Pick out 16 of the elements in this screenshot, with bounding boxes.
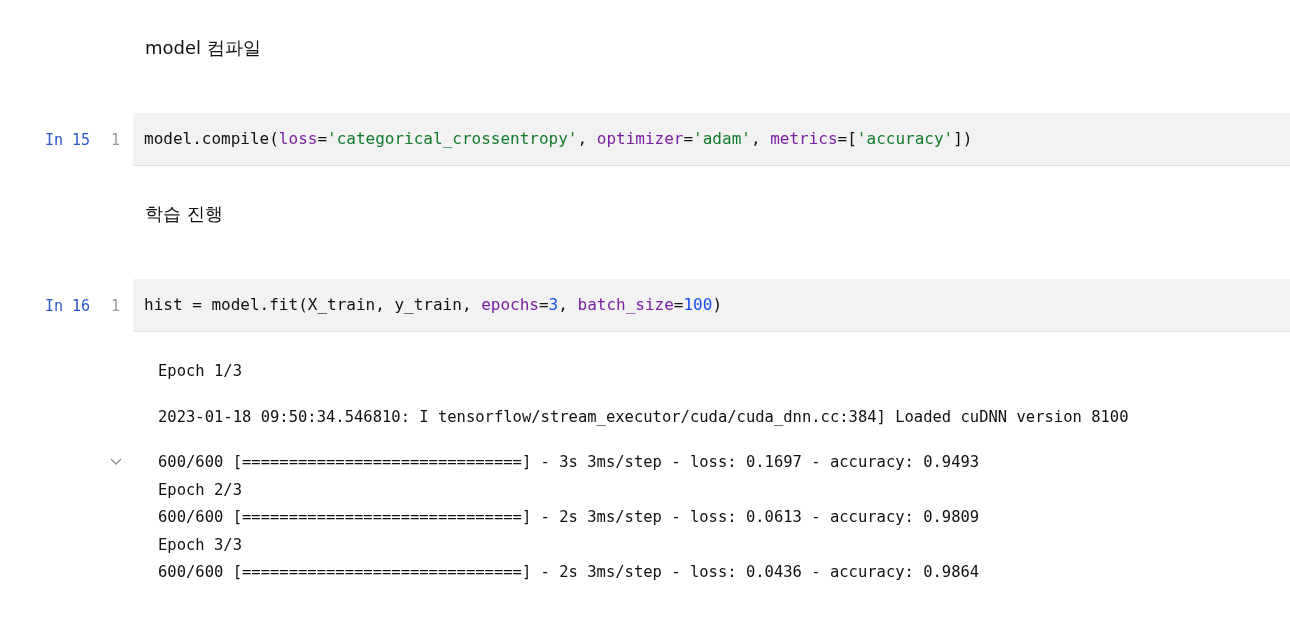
line-number: 1 <box>111 130 122 149</box>
output-line: Epoch 3/3 <box>158 534 242 556</box>
output-line: 600/600 [==============================] - 2s 3ms/step - loss: 0.0436 - accuracy: 0.9864 <box>158 562 980 583</box>
markdown-text: model 컴파일 <box>145 36 261 60</box>
output-line: 2023-01-18 09:50:34.546810: I tensorflow/stream_executor/cuda/cuda_dnn.cc:384] Loaded cuDNN version 8100 <box>158 406 1129 428</box>
cell-prompt: In 15 <box>45 130 91 149</box>
output-line: 600/600 [==============================] - 3s 3ms/step - loss: 0.1697 - accuracy: 0.9493 <box>158 452 980 473</box>
output-line: 600/600 [==============================] - 2s 3ms/step - loss: 0.0613 - accuracy: 0.9809 <box>158 507 980 528</box>
output-line: Epoch 1/3 <box>158 361 242 382</box>
line-number: 1 <box>111 296 122 315</box>
code-editor[interactable]: hist = model.fit(X_train, y_train, epochs=3, batch_size=100) <box>133 279 1290 332</box>
markdown-text: 학습 진행 <box>145 202 223 226</box>
output-line: Epoch 2/3 <box>158 479 242 501</box>
code-editor[interactable]: model.compile(loss='categorical_crossentropy', optimizer='adam', metrics=['accuracy']) <box>133 113 1290 166</box>
cell-prompt: In 16 <box>45 296 91 315</box>
chevron-down-icon[interactable] <box>110 458 122 465</box>
